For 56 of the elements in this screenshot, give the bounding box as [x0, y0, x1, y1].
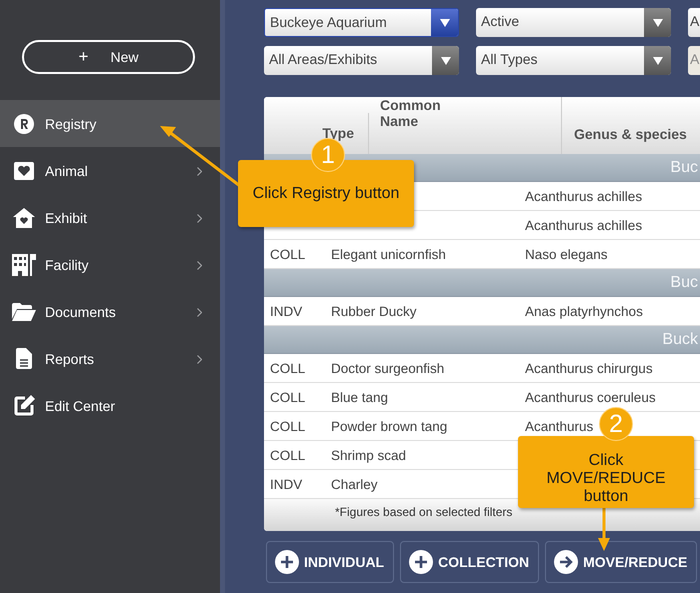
- table-cell-text: COLL: [269, 448, 306, 462]
- action-button[interactable]: INDIVIDUAL: [266, 541, 394, 583]
- arrow: [598, 508, 610, 551]
- dropdown[interactable]: All Types: [476, 46, 671, 75]
- table-cell-text: Powder brown tang: [330, 418, 448, 434]
- table-cell-text: Doctor surgeonfish: [330, 360, 444, 376]
- sidebar-item[interactable]: Registry: [0, 100, 220, 147]
- group-row: Buc: [264, 269, 700, 297]
- caret-icon: [652, 18, 662, 26]
- column-header: Common Name: [379, 97, 442, 131]
- table-cell-text: INDV: [269, 476, 302, 492]
- table-cell-text: Acanthurus: [524, 418, 594, 434]
- action-button[interactable]: COLLECTION: [400, 541, 540, 583]
- plus-icon: [275, 550, 299, 574]
- table-cell-text: Acanthurus coeruleus: [524, 390, 656, 404]
- table-cell-text: COLL: [269, 390, 306, 404]
- caret-icon: [440, 56, 450, 64]
- table-cell-text: INDV: [269, 304, 302, 318]
- table-cell-text: Rubber Ducky: [330, 304, 417, 318]
- table-cell-text: COLL: [269, 360, 306, 376]
- table-cell-text: Shrimp scad: [330, 448, 406, 462]
- table-cell-text: Acanthurus chirurgus: [524, 360, 653, 376]
- sidebar-item[interactable]: Reports: [0, 335, 220, 382]
- table-cell-text: Blue tang: [330, 390, 388, 404]
- sidebar-item[interactable]: Edit Center: [0, 382, 220, 429]
- house-icon: [13, 208, 35, 228]
- table-cell-text: Charley: [330, 476, 378, 492]
- dropdown[interactable]: A: [688, 8, 700, 37]
- callout: Click MOVE/REDUCE button: [518, 436, 694, 508]
- building-icon: [12, 254, 36, 276]
- new-button[interactable]: + New: [22, 40, 195, 74]
- plus-icon: [409, 550, 434, 574]
- document-icon: [16, 348, 32, 369]
- action-button[interactable]: MOVE/REDUCE: [545, 541, 698, 583]
- table-cell-text: Acanthurus achilles: [524, 188, 642, 204]
- sidebar-item[interactable]: Facility: [0, 241, 220, 288]
- column-header: Genus & species: [573, 125, 688, 144]
- table-cell-text: Acanthurus achilles: [524, 218, 642, 232]
- caret-icon: [440, 18, 450, 26]
- dropdown[interactable]: Active: [476, 8, 671, 37]
- table-cell-text: COLL: [269, 246, 306, 262]
- table-cell-text: Naso elegans: [524, 246, 608, 262]
- sidebar-item[interactable]: Documents: [0, 288, 220, 335]
- registered-icon: [14, 114, 34, 134]
- dropdown[interactable]: All Areas/Exhibits: [264, 46, 459, 75]
- group-row: Buck: [264, 326, 700, 354]
- arrow-right-icon: [554, 550, 578, 574]
- dropdown[interactable]: Buckeye Aquarium: [264, 8, 459, 37]
- edit-icon: [14, 395, 34, 416]
- caret-icon: [652, 56, 662, 64]
- sidebar-item[interactable]: Animal: [0, 147, 220, 194]
- table-cell-text: Anas platyrhynchos: [524, 304, 643, 318]
- folder-icon: [12, 302, 36, 320]
- table-cell-text: Elegant unicornfish: [330, 246, 446, 262]
- table-cell-text: COLL: [269, 418, 306, 434]
- sidebar-item[interactable]: Exhibit: [0, 194, 220, 241]
